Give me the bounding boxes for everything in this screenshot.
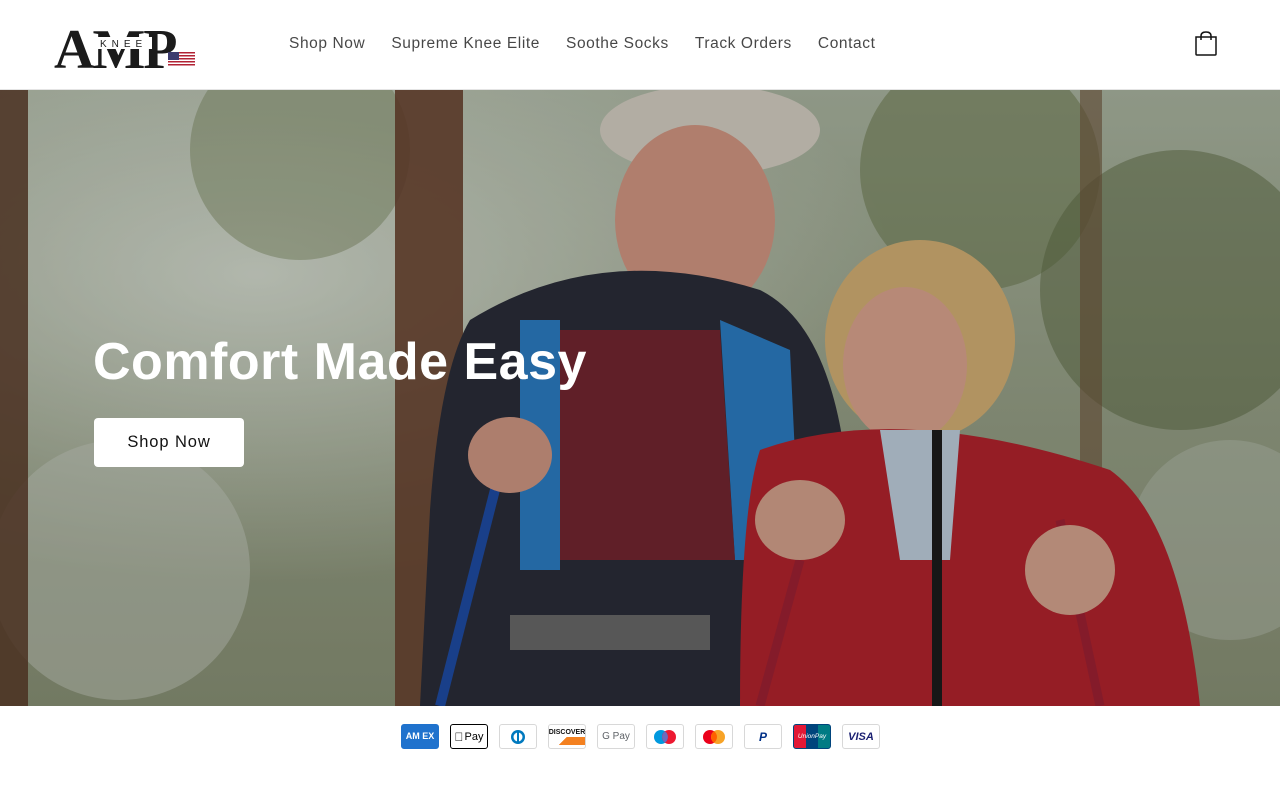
hero-shop-now-button[interactable]: Shop Now — [94, 418, 244, 467]
hero-title: Comfort Made Easy — [93, 333, 587, 391]
brand-logo[interactable]: AMP KNEE — [54, 18, 196, 81]
site-header: AMP KNEE Shop Now Supreme Knee Elite Soo… — [0, 0, 1280, 90]
google-pay-icon: G Pay — [597, 724, 635, 749]
nav-track-orders[interactable]: Track Orders — [682, 33, 805, 55]
nav-shop-now[interactable]: Shop Now — [276, 33, 378, 55]
us-flag-icon — [168, 52, 195, 67]
diners-club-icon — [499, 724, 537, 749]
nav-contact[interactable]: Contact — [805, 33, 889, 55]
logo-subtext: KNEE — [100, 39, 147, 50]
payment-methods: AM EX Pay DISCOVER G Pay P UnionP — [401, 724, 880, 749]
visa-icon: VISA — [842, 724, 880, 749]
nav-supreme-knee-elite[interactable]: Supreme Knee Elite — [378, 33, 553, 55]
amex-icon: AM EX — [401, 724, 439, 749]
unionpay-icon: UnionPay — [793, 724, 831, 749]
shopping-bag-icon — [1195, 31, 1217, 56]
hero-overlay — [0, 90, 1280, 706]
paypal-icon: P — [744, 724, 782, 749]
discover-icon: DISCOVER — [548, 724, 586, 749]
nav-soothe-socks[interactable]: Soothe Socks — [553, 33, 682, 55]
apple-pay-icon: Pay — [450, 724, 488, 749]
main-nav: Shop Now Supreme Knee Elite Soothe Socks… — [276, 33, 889, 55]
maestro-icon — [646, 724, 684, 749]
mastercard-icon — [695, 724, 733, 749]
hero-banner: Comfort Made Easy Shop Now — [0, 90, 1280, 706]
cart-button[interactable] — [1190, 28, 1222, 60]
